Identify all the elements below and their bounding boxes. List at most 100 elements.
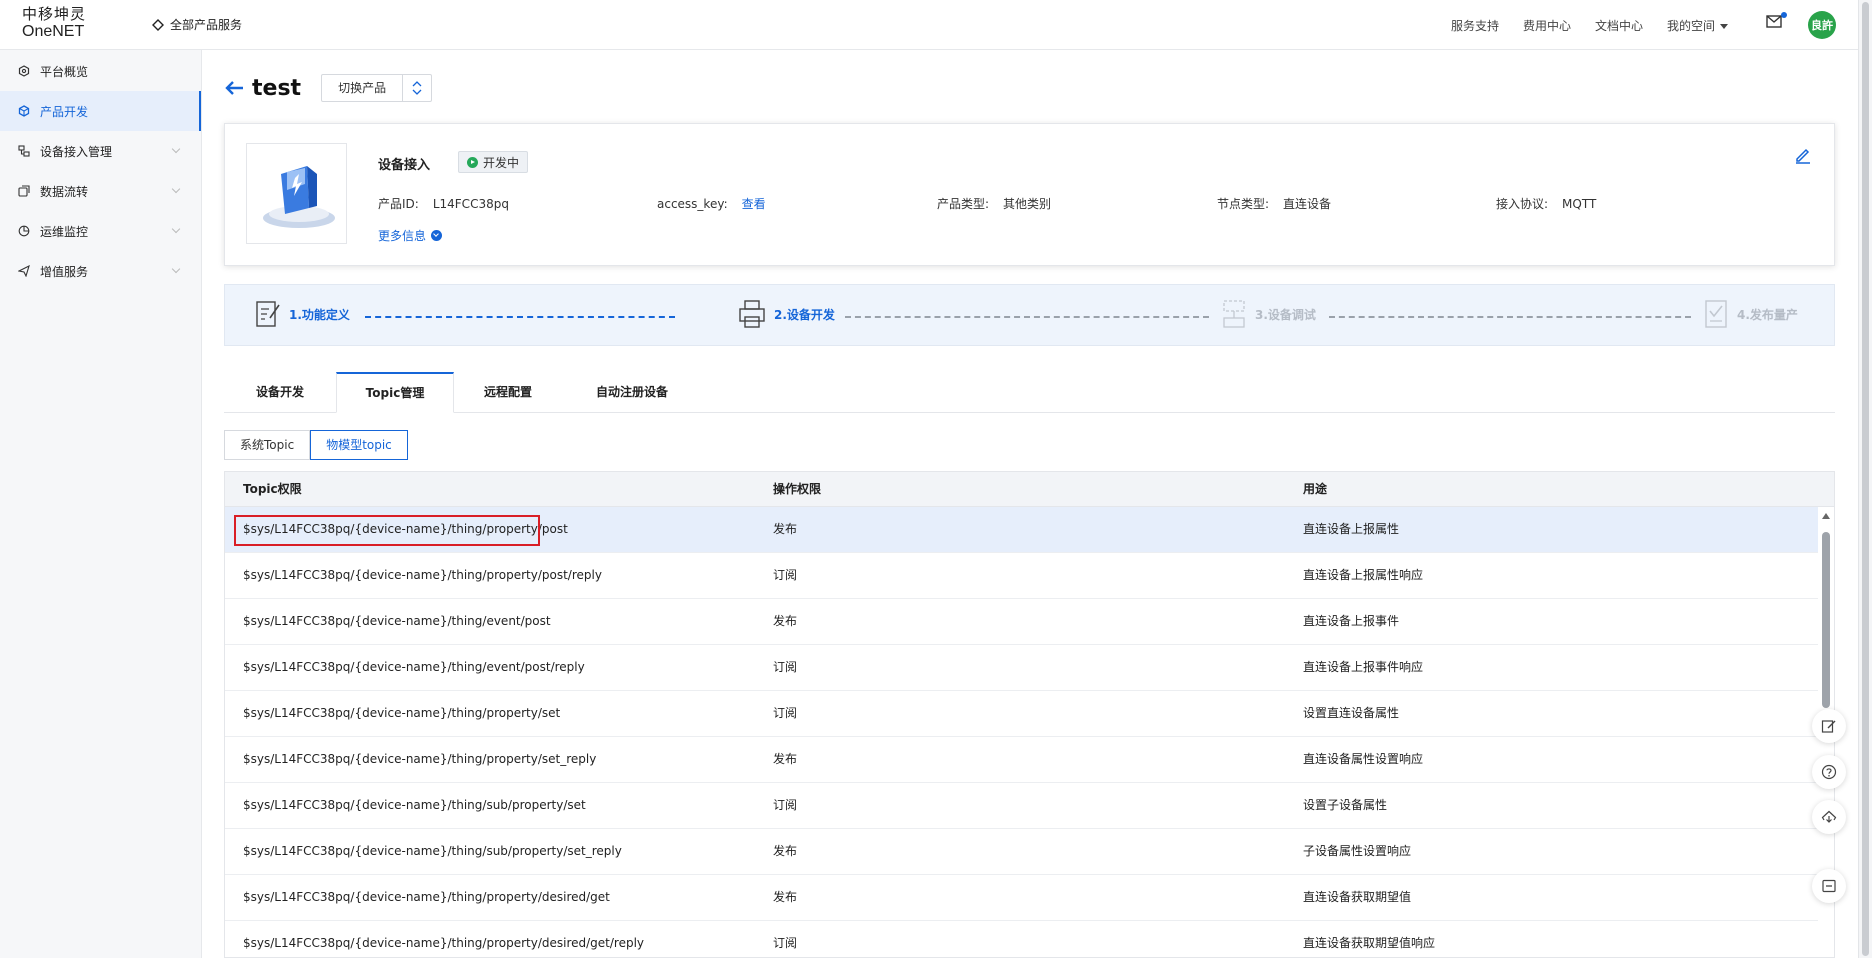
sidebar-item-ops-monitor[interactable]: 运维监控 xyxy=(0,211,201,251)
nav-my-space[interactable]: 我的空间 xyxy=(1667,17,1728,34)
sidebar: 平台概览 产品开发 设备接入管理 数据流转 运维监控 增值服务 xyxy=(0,50,202,958)
node-type-value: 直连设备 xyxy=(1283,197,1332,211)
diamond-icon xyxy=(152,18,164,31)
step-device-debug[interactable]: 3.设备调试 xyxy=(1221,299,1316,329)
step-connector xyxy=(365,316,675,318)
chevron-down-icon xyxy=(171,144,181,154)
view-access-key-link[interactable]: 查看 xyxy=(742,197,766,211)
table-scrollbar-thumb[interactable] xyxy=(1822,532,1830,708)
collapse-icon[interactable] xyxy=(1812,869,1846,903)
topic-cell: $sys/L14FCC38pq/{device-name}/thing/sub/… xyxy=(243,844,622,858)
page-scrollbar-thumb[interactable] xyxy=(1862,2,1869,956)
page-scrollbar[interactable] xyxy=(1858,0,1872,958)
onenet-logo[interactable]: 中移坤灵 OneNET xyxy=(22,5,92,41)
sidebar-item-data-flow[interactable]: 数据流转 xyxy=(0,171,201,211)
avatar[interactable]: 良許 xyxy=(1808,11,1836,39)
protocol-value: MQTT xyxy=(1562,197,1597,211)
step-release[interactable]: 4.发布量产 xyxy=(1703,299,1798,329)
node-type-field: 节点类型: 直连设备 xyxy=(1217,195,1331,212)
sidebar-item-label: 产品开发 xyxy=(40,104,89,119)
device-access-icon xyxy=(18,145,30,157)
switch-product-button[interactable]: 切换产品 xyxy=(322,75,404,101)
topic-cell: $sys/L14FCC38pq/{device-name}/thing/prop… xyxy=(243,890,610,904)
sidebar-item-overview[interactable]: 平台概览 xyxy=(0,51,201,91)
access-key-field: access_key: 查看 xyxy=(657,195,766,212)
logo-en-text: OneNET xyxy=(22,23,85,40)
tab-bar: 设备开发 Topic管理 远程配置 自动注册设备 xyxy=(224,372,1835,413)
segment-system-topic[interactable]: 系统Topic xyxy=(224,430,311,460)
protocol-field: 接入协议: MQTT xyxy=(1496,195,1596,212)
switch-product-control[interactable]: 切换产品 xyxy=(321,74,433,102)
usage-cell: 直连设备上报事件响应 xyxy=(1303,660,1424,674)
edit-icon[interactable] xyxy=(1794,146,1812,164)
printer-icon xyxy=(738,299,766,329)
expand-circle-icon xyxy=(431,230,443,241)
topic-cell: $sys/L14FCC38pq/{device-name}/thing/prop… xyxy=(243,936,645,950)
nav-docs-center[interactable]: 文档中心 xyxy=(1595,17,1643,34)
table-row[interactable]: $sys/L14FCC38pq/{device-name}/thing/prop… xyxy=(225,737,1820,783)
all-products-label: 全部产品服务 xyxy=(170,18,243,32)
debug-icon xyxy=(1221,299,1247,329)
permission-cell: 订阅 xyxy=(773,660,798,674)
table-row[interactable]: $sys/L14FCC38pq/{device-name}/thing/sub/… xyxy=(225,829,1820,875)
segment-thing-model-topic[interactable]: 物模型topic xyxy=(310,430,408,460)
usage-cell: 直连设备获取期望值响应 xyxy=(1303,936,1436,950)
table-row[interactable]: $sys/L14FCC38pq/{device-name}/thing/sub/… xyxy=(225,783,1820,829)
product-id-label: 产品ID: xyxy=(378,197,419,211)
nav-service-support[interactable]: 服务支持 xyxy=(1451,17,1499,34)
table-header: Topic权限 操作权限 用途 xyxy=(225,472,1834,507)
tab-device-development[interactable]: 设备开发 xyxy=(224,372,336,413)
sidebar-item-device-access[interactable]: 设备接入管理 xyxy=(0,131,201,171)
sidebar-item-label: 数据流转 xyxy=(40,184,89,199)
topic-table: Topic权限 操作权限 用途 $sys/L14FCC38pq/{device-… xyxy=(224,471,1835,958)
usage-cell: 设置直连设备属性 xyxy=(1303,706,1400,720)
help-icon[interactable] xyxy=(1812,755,1846,789)
product-image xyxy=(246,143,347,244)
nav-billing-center[interactable]: 费用中心 xyxy=(1523,17,1571,34)
chevron-down-icon xyxy=(171,264,181,274)
table-row[interactable]: $sys/L14FCC38pq/{device-name}/thing/prop… xyxy=(225,875,1820,921)
logo-cn-text: 中移坤灵 xyxy=(22,5,87,23)
tab-topic-management[interactable]: Topic管理 xyxy=(336,372,454,413)
chevron-down-icon xyxy=(171,224,181,234)
all-products-menu[interactable]: 全部产品服务 xyxy=(152,16,242,33)
table-row[interactable]: $sys/L14FCC38pq/{device-name}/thing/even… xyxy=(225,645,1820,691)
back-arrow-icon[interactable] xyxy=(224,80,244,96)
permission-cell: 发布 xyxy=(773,844,798,858)
more-info-toggle[interactable]: 更多信息 xyxy=(378,227,443,244)
checklist-icon xyxy=(1703,299,1729,329)
tab-auto-register[interactable]: 自动注册设备 xyxy=(562,372,702,413)
permission-cell: 发布 xyxy=(773,890,798,904)
feedback-edit-icon[interactable] xyxy=(1812,709,1846,743)
table-row[interactable]: $sys/L14FCC38pq/{device-name}/thing/prop… xyxy=(225,691,1820,737)
topic-cell: $sys/L14FCC38pq/{device-name}/thing/prop… xyxy=(243,706,561,720)
table-row[interactable]: $sys/L14FCC38pq/{device-name}/thing/prop… xyxy=(225,921,1820,957)
step-device-development[interactable]: 2.设备开发 xyxy=(738,299,835,329)
sidebar-item-value-added[interactable]: 增值服务 xyxy=(0,251,201,291)
step-connector xyxy=(1329,316,1691,318)
usage-cell: 直连设备获取期望值 xyxy=(1303,890,1412,904)
topic-cell: $sys/L14FCC38pq/{device-name}/thing/prop… xyxy=(243,568,602,582)
sidebar-item-product-dev[interactable]: 产品开发 xyxy=(0,91,201,131)
usage-cell: 设置子设备属性 xyxy=(1303,798,1388,812)
main-content: test 切换产品 设备接入 开发中 产品ID: L14FCC38pq acce… xyxy=(202,50,1858,958)
table-row[interactable]: $sys/L14FCC38pq/{device-name}/thing/prop… xyxy=(225,553,1820,599)
sidebar-item-label: 平台概览 xyxy=(40,64,89,79)
step-function-definition[interactable]: 1.功能定义 xyxy=(255,299,350,329)
permission-cell: 订阅 xyxy=(773,568,798,582)
sidebar-item-label: 运维监控 xyxy=(40,224,89,239)
mail-icon[interactable] xyxy=(1766,12,1787,28)
document-edit-icon xyxy=(255,299,281,329)
access-key-label: access_key: xyxy=(657,197,728,211)
scroll-up-arrow-icon[interactable] xyxy=(1822,513,1830,519)
step-label: 2.设备开发 xyxy=(774,307,835,322)
table-row[interactable]: $sys/L14FCC38pq/{device-name}/thing/prop… xyxy=(225,507,1820,553)
switch-updown-icon[interactable] xyxy=(403,75,431,101)
usage-cell: 直连设备上报属性 xyxy=(1303,522,1400,536)
cloud-icon[interactable] xyxy=(1812,800,1846,834)
play-status-icon xyxy=(467,156,478,168)
tab-remote-config[interactable]: 远程配置 xyxy=(454,372,562,413)
permission-cell: 发布 xyxy=(773,752,798,766)
topic-cell: $sys/L14FCC38pq/{device-name}/thing/sub/… xyxy=(243,798,586,812)
table-row[interactable]: $sys/L14FCC38pq/{device-name}/thing/even… xyxy=(225,599,1820,645)
